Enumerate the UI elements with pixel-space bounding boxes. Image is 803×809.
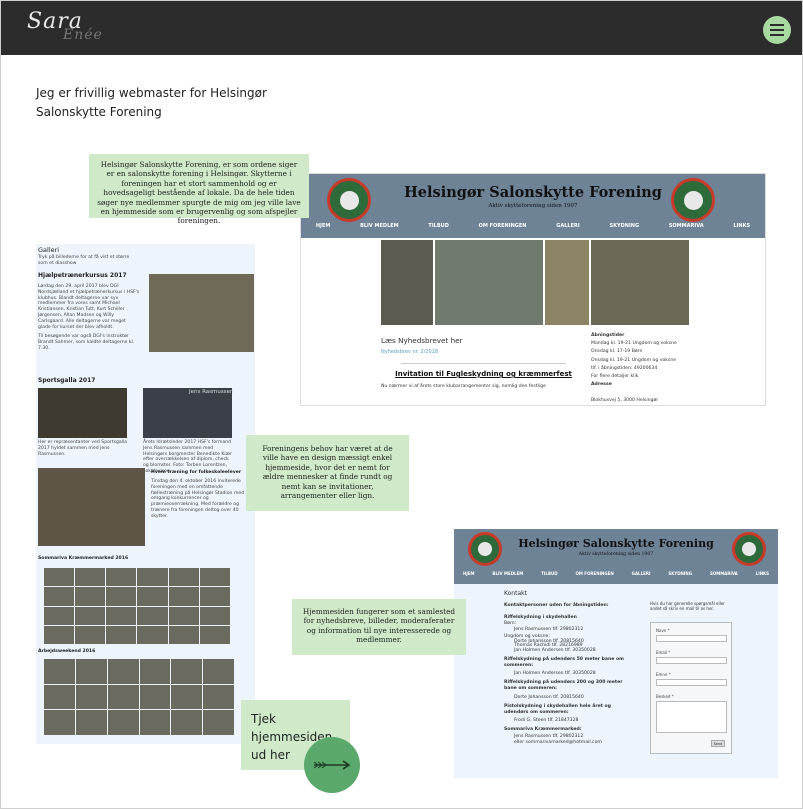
nav-item[interactable]: BLIV MEDLEM <box>492 571 523 576</box>
gallery-screenshot: Galleri Tryk på billederne for at få vis… <box>36 244 255 744</box>
nav-item[interactable]: TILBUD <box>541 571 557 576</box>
nav-item[interactable]: OM FORENINGEN <box>576 571 614 576</box>
gallery-section-text: Tirsdag den 4. oktober 2016 inviterede f… <box>151 479 251 519</box>
invitation-text: Nu nærmer vi af årets store klubarrangem… <box>381 384 546 389</box>
name-input[interactable] <box>656 635 727 642</box>
description-note: Helsingør Salonskytte Forening, er som o… <box>89 154 309 225</box>
gallery-section-text: Til besøgende var også DGI's instruktør … <box>38 334 135 351</box>
form-intro: Hvis du har generelle spørgsmål eller an… <box>650 601 725 611</box>
newsletter-section: Læs Nyhedsbrevet her Nyhedsbrev nr. 2/20… <box>381 336 586 389</box>
nav-item[interactable]: OM FORENINGEN <box>479 223 527 229</box>
visit-site-button[interactable] <box>304 737 360 793</box>
hamburger-menu-button[interactable] <box>763 16 791 44</box>
nav-item[interactable]: SOMMARIVA <box>710 571 738 576</box>
site-nav: HJEM BLIV MEDLEM TILBUD OM FORENINGEN GA… <box>301 223 765 229</box>
form-label: Emne * <box>656 672 671 677</box>
gallery-photo[interactable] <box>149 274 254 352</box>
send-button[interactable]: Send <box>711 740 725 747</box>
nav-item[interactable]: SOMMARIVA <box>669 223 704 229</box>
site-title: Helsingør Salonskytte Forening <box>404 184 662 201</box>
hours-line: Onsdag kl. 17-19 Børn <box>591 349 643 355</box>
photo-caption: Jens Rasmussen <box>189 389 234 395</box>
top-bar: Sara Enée <box>1 1 802 55</box>
gallery-section-title: Sommariva Kræmmermarked 2016 <box>38 556 129 561</box>
contact-line: Dorte Johansson tlf. 20815640 <box>514 694 584 700</box>
menu-line-icon <box>770 24 784 26</box>
photo-caption: Her er repræsentanter ved Sportsgalla 20… <box>38 440 128 457</box>
site-nav: HJEM BLIV MEDLEM TILBUD OM FORENINGEN GA… <box>454 571 778 576</box>
homepage-screenshot: Helsingør Salonskytte Forening Aktiv sky… <box>300 173 766 406</box>
nav-item[interactable]: BLIV MEDLEM <box>360 223 399 229</box>
nav-item[interactable]: LINKS <box>756 571 769 576</box>
gallery-section-title: Sportsgalla 2017 <box>38 377 96 384</box>
form-label: Besked * <box>656 694 674 699</box>
menu-line-icon <box>770 29 784 31</box>
menu-line-icon <box>770 34 784 36</box>
contact-line: Riffelskydning på udendørs 200 og 300 me… <box>504 680 623 692</box>
site-subtitle: Aktiv skytteforening siden 1907 <box>488 203 578 209</box>
newsletter-link[interactable]: Nyhedsbrev nr. 2/2018 <box>381 349 586 355</box>
site-header: Helsingør Salonskytte Forening Aktiv sky… <box>301 174 765 238</box>
shooter-photo <box>381 240 433 325</box>
gallery-heading: Galleri <box>38 246 60 254</box>
site-subtitle: Aktiv skytteforening siden 1907 <box>578 552 654 557</box>
contact-line: eller sommarivamarked@hotmail.com <box>514 739 602 745</box>
hours-line: Mandag kl. 19-21 Ungdom og voksne <box>591 341 677 347</box>
nav-item[interactable]: GALLERI <box>632 571 651 576</box>
contact-line: Frodi G. Steen tlf. 21847328 <box>514 718 579 724</box>
description-note: Hjemmesiden fungerer som et samlested fo… <box>292 599 466 655</box>
hours-line: Åbningstider <box>591 333 625 338</box>
form-label: Email * <box>656 650 671 655</box>
nav-item[interactable]: HJEM <box>316 223 330 229</box>
contact-line: Pistolskydning i skydehallen hele året o… <box>504 703 611 716</box>
subject-input[interactable] <box>656 679 727 686</box>
site-logo[interactable]: Sara Enée <box>27 9 102 43</box>
divider <box>401 363 566 364</box>
contact-line: Jan Holmen Andersen tlf. 30350028 <box>514 648 596 653</box>
gallery-photo[interactable] <box>38 468 145 546</box>
nav-item[interactable]: GALLERI <box>556 223 579 229</box>
nav-item[interactable]: SKYDNING <box>668 571 692 576</box>
nav-item[interactable]: HJEM <box>463 571 475 576</box>
hours-line[interactable]: For flere detaljer klik <box>591 373 751 381</box>
contact-list: Riffelskydning i skydehallen Børn: Jens … <box>504 615 634 746</box>
shooter-photo <box>545 240 589 325</box>
form-label: Navn * <box>656 628 670 633</box>
message-textarea[interactable] <box>656 701 727 733</box>
contact-screenshot: Helsingør Salonskytte Forening Aktiv sky… <box>454 529 778 778</box>
gallery-intro: Tryk på billederne for at få vist et stø… <box>38 255 130 266</box>
site-header: Helsingør Salonskytte Forening Aktiv sky… <box>454 529 778 584</box>
gallery-section-title: Arbejdsweekend 2016 <box>38 649 96 654</box>
gallery-section-title: Hvem træning for folkeskoleelever <box>151 470 242 475</box>
shooter-photo <box>435 240 543 325</box>
hours-line: Adresse <box>591 382 612 388</box>
shooter-photo <box>591 240 689 325</box>
nav-item[interactable]: SKYDNING <box>609 223 639 229</box>
arrow-right-icon <box>313 760 351 770</box>
thumbnail-grid <box>44 568 230 644</box>
newsletter-heading: Læs Nyhedsbrevet her <box>381 336 463 345</box>
intro-text: Jeg er frivillig webmaster for Helsingør… <box>36 86 267 119</box>
contact-line: Riffelskydning på udendørs 50 meter bane… <box>504 656 624 668</box>
gallery-section-text: Lørdag den 29. april 2017 blev DGI Nords… <box>38 284 140 330</box>
thumbnail-grid <box>44 659 234 735</box>
opening-hours: Åbningstider Mandag kl. 19-21 Ungdom og … <box>591 332 751 405</box>
gallery-photo[interactable] <box>38 388 127 438</box>
contact-line: Jan Holmen Andersen tlf. 30350028 <box>514 671 596 676</box>
nav-item[interactable]: TILBUD <box>428 223 448 229</box>
email-input[interactable] <box>656 657 727 664</box>
site-title: Helsingør Salonskytte Forening <box>518 537 714 550</box>
contact-people-heading: Kontaktpersoner uden for åbningstiden: <box>504 603 609 608</box>
nav-item[interactable]: LINKS <box>733 223 750 229</box>
invitation-title[interactable]: Invitation til Fugleskydning og kræmmerf… <box>381 370 586 379</box>
hours-line: Blokhusvej 5, 3000 Helsingør <box>591 398 659 404</box>
gallery-section-title: Hjælpetrænerkursus 2017 <box>38 272 127 279</box>
contact-heading: Kontakt <box>504 590 527 597</box>
contact-form: Navn * Email * Emne * Besked * Send <box>650 622 732 754</box>
hours-line: tlf. i åbningstiden: 49200634 <box>591 365 658 371</box>
logo-subtext: Enée <box>63 27 103 43</box>
hours-line: Onsdag kl. 19-21 Ungdom og voksne <box>591 357 677 363</box>
description-note: Foreningens behov har været at de ville … <box>246 435 409 511</box>
